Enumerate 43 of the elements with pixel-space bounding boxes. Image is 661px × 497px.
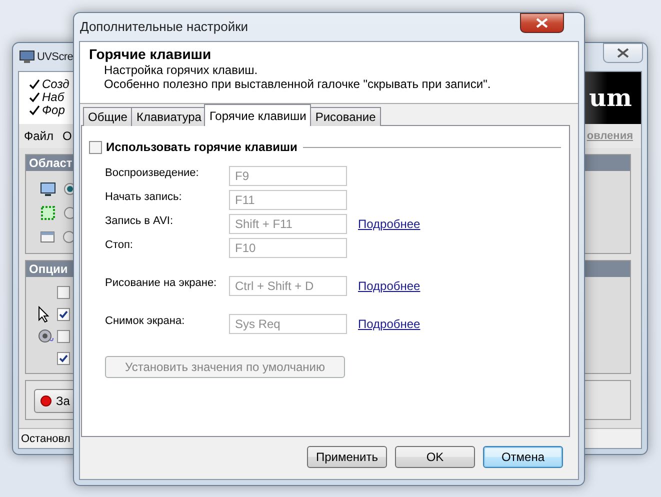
speaker-icon: [38, 328, 54, 344]
field-label: Начать запись:: [104, 190, 183, 204]
close-icon: [617, 48, 629, 58]
checkbox[interactable]: [57, 286, 70, 298]
monitor-icon: [40, 182, 56, 196]
checkbox[interactable]: [57, 352, 70, 364]
check-icon: [29, 104, 40, 116]
field-label: Снимок экрана:: [104, 314, 186, 328]
checkbox[interactable]: [57, 330, 70, 342]
dialog-button[interactable]: OK: [395, 446, 475, 468]
cursor-icon: [38, 306, 50, 322]
field-label: Запись в AVI:: [104, 214, 174, 228]
close-button[interactable]: [520, 13, 564, 33]
logo-banner: um: [585, 72, 641, 124]
dialog-button[interactable]: Применить: [307, 446, 387, 468]
checkbox-label: Использовать горячие клавиши: [106, 139, 298, 156]
checkbox[interactable]: [57, 308, 70, 320]
record-icon: [40, 395, 52, 407]
tab[interactable]: Рисование: [310, 107, 381, 126]
app-icon: [19, 50, 35, 64]
field-label: Рисование на экране:: [104, 276, 218, 290]
section-title: Горячие клавиши: [89, 46, 212, 63]
checkbox[interactable]: [89, 140, 102, 154]
close-icon: [536, 18, 548, 28]
checklist-item: Наб: [42, 91, 64, 103]
check-icon: [29, 78, 40, 90]
checklist-item: Созд: [42, 78, 70, 90]
window-icon: [40, 231, 55, 243]
tab[interactable]: Общие: [83, 107, 132, 126]
window-title: UVScre: [37, 50, 74, 65]
close-button[interactable]: [603, 43, 643, 63]
checklist-item: Фор: [42, 104, 65, 116]
tab[interactable]: Клавиатура: [131, 107, 206, 126]
check-icon: [29, 92, 40, 102]
dialog-title: Дополнительные настройки: [80, 18, 248, 36]
menu-item[interactable]: Файл: [24, 127, 54, 145]
description-text: Особенно полезно при выставленной галочке "скрывать при записи".: [103, 77, 492, 91]
menu-item[interactable]: О: [62, 127, 72, 145]
field-label: Стоп:: [104, 238, 134, 252]
tab[interactable]: Горячие клавиши: [204, 104, 312, 126]
description-text: Настройка горячих клавиш.: [103, 63, 259, 77]
selection-icon: [40, 205, 56, 221]
dialog-button[interactable]: Отмена: [483, 446, 563, 468]
